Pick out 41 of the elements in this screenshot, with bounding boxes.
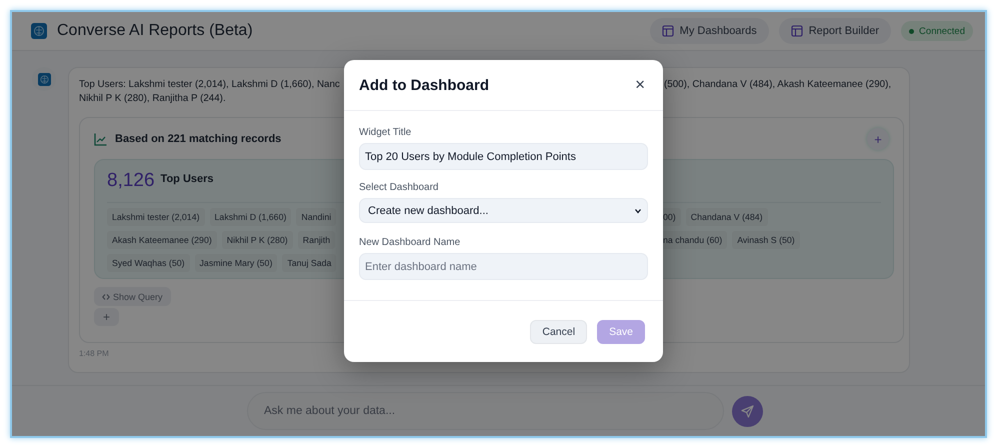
text-field[interactable]: Top 20 Users by Module Completion Points [359,143,648,170]
add-button[interactable]: + [867,128,889,150]
send-icon [741,404,754,418]
summary-text: Nikhil P K (280), Ranjitha P (244). [79,92,226,106]
user-chip: Jasmine Mary (50) [194,254,278,272]
nav-button[interactable]: Report Builder [778,18,892,44]
summary-text: Top Users: Lakshmi tester (2,014), Lakshmi D (1,660), Nanc [79,78,340,92]
field-label: Widget Title [359,127,412,138]
user-chip: Nikhil P K (280) [222,231,293,249]
user-chip: Ranjith [298,231,336,249]
line-chart-icon [94,132,107,146]
show-query-button[interactable]: Show Query [94,287,171,306]
text-field[interactable]: Enter dashboard name [359,253,648,280]
user-chip: Nandini [296,208,336,226]
code-icon [102,292,110,300]
layout-icon [662,25,674,37]
field-label: Select Dashboard [359,182,440,193]
nav-button[interactable]: My Dashboards [650,18,769,44]
dialog-title: Add to Dashboard [359,76,489,94]
add-button[interactable]: + [94,308,119,326]
cancel-button[interactable]: Cancel [530,320,588,344]
summary-text: (500), Chandana V (484), Akash Kateemanee (290), [664,78,892,92]
user-chip: Lakshmi tester (2,014) [107,208,205,226]
user-chip: Syed Waqhas (50) [107,254,190,272]
chat-input[interactable]: Ask me about your data... [247,392,724,430]
field-label: New Dashboard Name [359,237,462,248]
stat-label: Top Users [160,172,214,185]
user-chip: Avinash S (50) [732,231,800,249]
user-chip: Chandana V (484) [686,208,768,226]
status-badge: Connected [901,21,973,41]
app-title: Converse AI Reports (Beta) [57,22,254,40]
user-chip: Akash Kateemanee (290) [107,231,217,249]
records-caption: Based on 221 matching records [115,133,282,145]
chevron-down-icon [634,206,642,214]
close-button[interactable]: × [633,76,647,94]
dashboard-select[interactable]: Create new dashboard... [359,198,648,223]
stat-value: 8,126 [107,170,155,192]
layout-icon [790,25,803,37]
send-button[interactable] [732,396,763,426]
user-chip: Tanuj Sada [282,254,336,272]
user-chip: Lakshmi D (1,660) [210,208,292,226]
